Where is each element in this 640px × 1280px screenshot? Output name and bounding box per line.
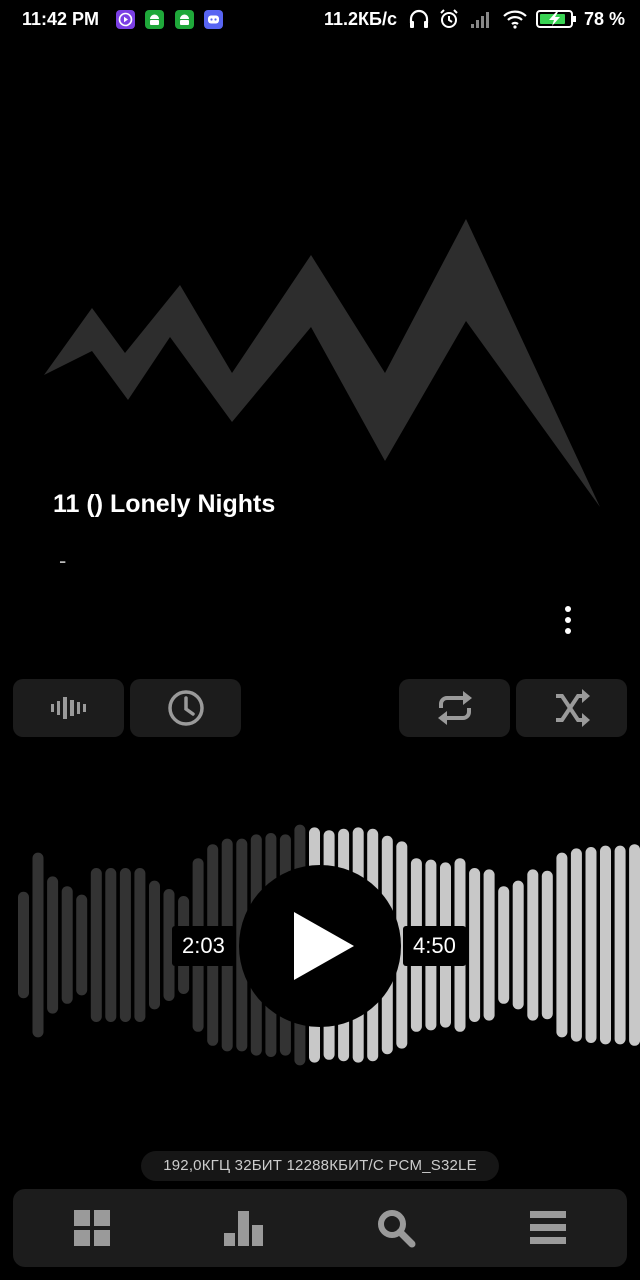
waveform-bar	[90, 868, 102, 1022]
network-speed: 11.2КБ/с	[324, 9, 397, 29]
waveform-bar	[149, 880, 160, 1010]
waveform-bar	[556, 852, 568, 1038]
bar-chart-icon	[224, 1211, 263, 1246]
android-icon	[175, 10, 194, 29]
repeat-icon	[437, 691, 472, 725]
repeat-button[interactable]	[399, 679, 510, 737]
waveform-bar	[76, 894, 88, 996]
discord-icon	[204, 10, 223, 29]
clock-icon	[167, 690, 204, 726]
waveform-bar	[585, 847, 597, 1043]
video-app-icon	[116, 10, 135, 29]
waveform-bar	[134, 868, 146, 1022]
visualizer-button[interactable]	[13, 679, 124, 737]
track-artist: -	[59, 548, 67, 573]
waveform-bar	[105, 868, 117, 1022]
waveform-bar	[541, 870, 553, 1020]
play-button[interactable]	[239, 865, 401, 1027]
nav-stats[interactable]	[194, 1189, 294, 1267]
waveform-bar	[18, 891, 29, 999]
track-title: 11 () Lonely Nights	[53, 490, 276, 518]
signal-icon	[470, 8, 494, 30]
menu-icon	[530, 1211, 566, 1244]
waveform-bar	[498, 886, 510, 1004]
battery-percent: 78 %	[584, 9, 626, 29]
waveform-icon	[50, 697, 86, 719]
audio-format-info: 192,0КГЦ 32БИТ 12288КБИТ/С PCM_S32LE	[141, 1151, 499, 1181]
elapsed-time: 2:03	[172, 926, 235, 966]
waveform-bar	[614, 845, 626, 1045]
bottom-nav	[13, 1189, 627, 1267]
waveform-bar	[570, 848, 582, 1042]
waveform-bar	[32, 852, 44, 1038]
nav-menu[interactable]	[498, 1189, 598, 1267]
waveform-bar	[47, 876, 59, 1014]
waveform-bar	[629, 844, 640, 1046]
shuffle-icon	[555, 689, 590, 727]
android-icon	[145, 10, 164, 29]
status-time: 11:42 PM	[22, 9, 100, 29]
waveform-bar	[469, 868, 481, 1022]
total-time: 4:50	[403, 926, 466, 966]
more-options-button[interactable]	[548, 600, 588, 640]
nav-library[interactable]	[42, 1189, 142, 1267]
headphones-icon	[408, 8, 430, 30]
alarm-icon	[438, 8, 460, 30]
album-art-placeholder	[40, 215, 610, 515]
play-icon	[294, 912, 354, 980]
waveform-bar	[483, 869, 495, 1021]
shuffle-button[interactable]	[516, 679, 627, 737]
wifi-icon	[502, 8, 528, 30]
nav-search[interactable]	[346, 1189, 446, 1267]
search-icon	[378, 1210, 416, 1248]
grid-icon	[74, 1210, 110, 1246]
waveform-bar	[600, 845, 611, 1045]
status-bar: 11:42 PM 11.2КБ/с 78 %	[0, 0, 640, 40]
battery-charging-icon	[536, 8, 578, 30]
sleep-timer-button[interactable]	[130, 679, 241, 737]
waveform-bar	[119, 868, 131, 1022]
waveform-bar	[527, 869, 539, 1021]
more-vertical-icon	[565, 606, 571, 634]
waveform-bar	[61, 886, 73, 1004]
waveform-bar	[512, 880, 524, 1010]
